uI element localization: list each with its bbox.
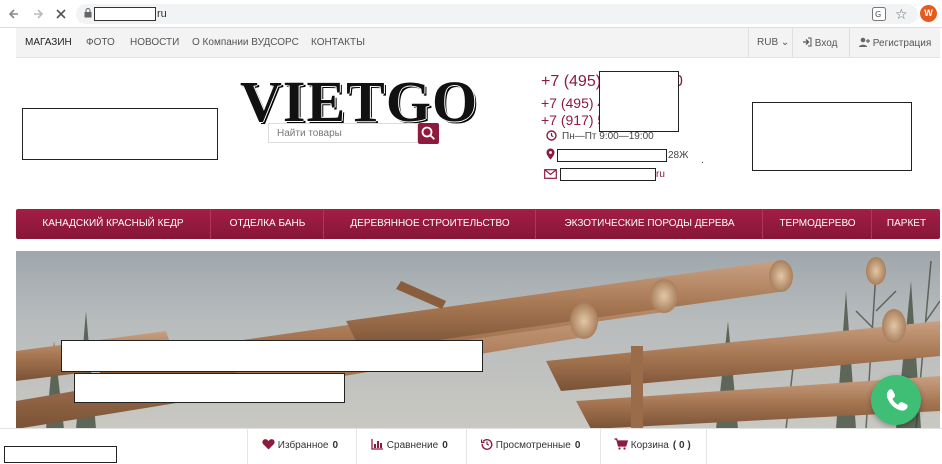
viewed-link[interactable]: Просмотренные 0	[481, 438, 580, 451]
category-wood-construction[interactable]: Деревянное строительство	[325, 209, 535, 239]
category-parquet[interactable]: Паркет	[873, 209, 940, 239]
topmenu-about[interactable]: О Компании ВУДСОРС	[192, 37, 299, 48]
translate-icon[interactable]: G	[872, 7, 886, 21]
cart-link[interactable]: Корзина( 0 )	[614, 438, 691, 451]
login-icon	[803, 37, 812, 47]
separator-dot: .	[701, 155, 704, 166]
register-link[interactable]: Регистрация	[859, 37, 931, 49]
heart-icon	[262, 439, 275, 450]
address-redaction	[557, 149, 667, 162]
category-menu: Канадский красный кедр Отделка бань Дере…	[16, 209, 940, 239]
favorites-link[interactable]: Избранное 0	[262, 438, 338, 451]
category-thermowood[interactable]: Термодерево	[764, 209, 871, 239]
lock-icon	[84, 8, 92, 18]
bottom-panel: Избранное 0 Сравнение 0 Просмотренные 0 Кор…	[0, 428, 942, 464]
topmenu-news[interactable]: НОВОСТИ	[130, 37, 179, 48]
bookmark-star-icon[interactable]: ☆	[895, 6, 908, 22]
stop-loading-icon[interactable]	[53, 6, 69, 22]
search-button[interactable]	[418, 123, 439, 144]
profile-avatar[interactable]: W	[920, 5, 937, 22]
email-suffix[interactable]: ru	[656, 169, 665, 180]
topmenu-contacts[interactable]: КОНТАКТЫ	[311, 37, 365, 48]
currency-select[interactable]: RUB ⌄	[757, 37, 789, 48]
mail-icon	[544, 169, 557, 179]
phone-icon	[886, 389, 908, 411]
right-banner-redaction	[752, 102, 912, 171]
chevron-down-icon: ⌄	[780, 37, 790, 48]
cart-icon	[614, 438, 628, 450]
clock-icon	[546, 130, 557, 141]
left-banner-redaction	[22, 108, 218, 160]
hero-title-redaction	[61, 340, 483, 372]
location-pin-icon	[546, 148, 555, 160]
url-suffix: ru	[157, 8, 167, 20]
phone-3[interactable]: +7 (917) 5	[541, 112, 605, 128]
login-link[interactable]: Вход	[802, 37, 837, 49]
category-canadian-cedar[interactable]: Канадский красный кедр	[16, 209, 210, 239]
call-button[interactable]	[871, 375, 921, 425]
back-arrow-icon[interactable]	[6, 6, 22, 22]
top-menu-bar: МАГАЗИН ФОТО НОВОСТИ О Компании ВУДСОРС …	[16, 28, 940, 58]
search-input[interactable]: Найти товары	[268, 123, 418, 143]
category-exotic-wood[interactable]: Экзотические породы дерева	[537, 209, 762, 239]
browser-toolbar: ru G ☆ W	[0, 0, 942, 28]
phone-1[interactable]: +7 (495)	[541, 73, 601, 91]
topmenu-shop[interactable]: МАГАЗИН	[25, 37, 72, 48]
history-icon	[481, 439, 493, 450]
url-redaction	[94, 7, 156, 21]
bar-chart-icon	[371, 439, 383, 450]
hero-subtitle-redaction	[74, 373, 345, 403]
user-plus-icon	[859, 37, 870, 47]
working-hours: Пн—Пт 9:00—19:00	[562, 131, 654, 142]
category-bath-finishing[interactable]: Отделка бань	[212, 209, 323, 239]
address-bar[interactable]	[76, 4, 918, 24]
svg-text:G: G	[875, 10, 881, 19]
forward-arrow-icon[interactable]	[30, 6, 46, 22]
bottom-left-redaction	[4, 446, 117, 463]
phone-redaction	[599, 71, 679, 132]
search-icon	[421, 126, 435, 140]
topmenu-photo[interactable]: ФОТО	[86, 37, 115, 48]
address-suffix: 28Ж	[668, 150, 689, 161]
compare-link[interactable]: Сравнение 0	[371, 438, 448, 451]
phone-2[interactable]: +7 (495) 4	[541, 95, 605, 111]
email-redaction	[560, 168, 656, 181]
